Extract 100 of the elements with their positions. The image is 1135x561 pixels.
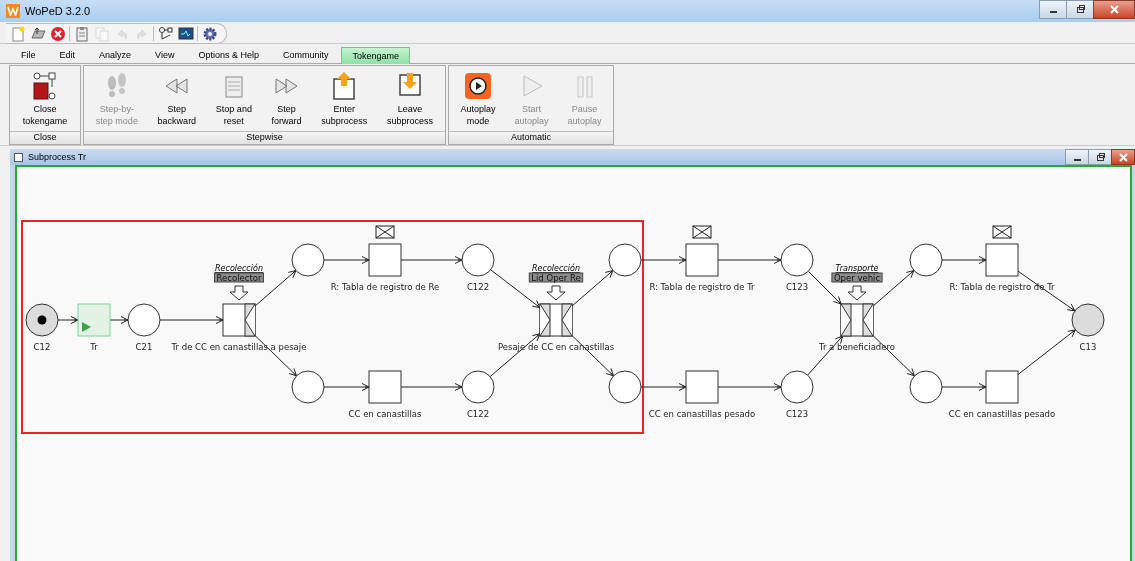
node-label: R: Tabla de registro de Re [330, 282, 440, 292]
transition[interactable] [685, 243, 719, 277]
close-icon [1109, 5, 1119, 14]
ribbon-button[interactable]: Autoplay mode [457, 66, 499, 131]
place[interactable] [291, 370, 325, 404]
play-icon [463, 71, 493, 101]
node-label: R: Tabla de registro de Tr [949, 282, 1055, 292]
place[interactable] [291, 243, 325, 277]
node-label: R: Tabla de registro de Tr [649, 282, 755, 292]
ribbon-button[interactable]: Step backward [154, 66, 200, 131]
resource-tag: Lid Oper Re [528, 272, 584, 283]
ribbon-button[interactable]: Leave subprocess [384, 66, 437, 131]
minimize-button[interactable] [1039, 0, 1067, 19]
arc-arrow [323, 383, 370, 391]
resource-tag: Recolector [214, 272, 264, 283]
arc-arrow [400, 256, 463, 264]
place[interactable] [780, 370, 814, 404]
enabled-transition[interactable] [77, 303, 111, 337]
and-join-split-transition[interactable] [840, 303, 874, 337]
close-button[interactable] [1093, 0, 1135, 19]
ribbon-button[interactable]: Close tokengame [19, 66, 71, 131]
node-label: C122 [466, 409, 490, 419]
restore-button[interactable] [1088, 149, 1112, 165]
arc-arrow [941, 256, 987, 264]
menu-tab[interactable]: Analyze [88, 47, 145, 63]
down-arrow-icon [847, 285, 867, 301]
node-label: Tr [90, 342, 98, 352]
app-logo-icon [6, 4, 20, 18]
place[interactable] [1071, 303, 1105, 337]
menu-tab[interactable]: View [144, 47, 188, 63]
node-label: C122 [466, 282, 490, 292]
and-join-split-transition[interactable] [539, 303, 573, 337]
arc-arrow [640, 383, 687, 391]
and-split-transition[interactable] [222, 303, 256, 337]
down-arrow-icon [229, 285, 249, 301]
arc-arrow [323, 256, 370, 264]
role-label: Recolección [215, 264, 263, 273]
menu-tab[interactable]: Edit [48, 47, 89, 63]
minimize-button[interactable] [1065, 149, 1089, 165]
window-title: Subprocess Tr [28, 152, 87, 162]
role-label: Recolección [532, 264, 580, 273]
arc-arrow [717, 256, 782, 264]
place[interactable] [780, 243, 814, 277]
node-label: C123 [785, 282, 809, 292]
arc-arrow [1017, 329, 1076, 376]
menu-tab[interactable]: Community [271, 47, 342, 63]
ribbon-button[interactable]: Stop and reset [212, 66, 255, 131]
menu-tab[interactable]: Options & Help [187, 47, 272, 63]
close-icon[interactable] [49, 25, 66, 42]
ribbon-button[interactable]: Enter subprocess [318, 66, 371, 131]
arc-arrow [57, 316, 79, 324]
place[interactable] [608, 370, 642, 404]
tray-icon[interactable] [29, 25, 46, 42]
node-label: CC en canastillas pesado [948, 409, 1056, 419]
transition[interactable] [368, 243, 402, 277]
arc-arrow [489, 333, 541, 378]
minimize-icon [1073, 158, 1081, 161]
graph-icon[interactable] [157, 25, 174, 42]
arc-arrow [640, 256, 687, 264]
restore-icon [1095, 152, 1105, 162]
place[interactable] [127, 303, 161, 337]
menu-tab[interactable]: File [10, 47, 49, 63]
arc-arrow [717, 383, 782, 391]
arc-arrow [400, 383, 463, 391]
arc-arrow [159, 316, 224, 324]
ribbon-button[interactable]: Step forward [268, 66, 305, 131]
restore-icon [1075, 5, 1085, 14]
menu-tab[interactable]: Tokengame [341, 47, 410, 64]
node-label: C21 [135, 342, 153, 352]
down-arrow-icon [546, 285, 566, 301]
role-label: Transporte [835, 264, 879, 273]
transition[interactable] [985, 243, 1019, 277]
node-label: C13 [1079, 342, 1097, 352]
transition[interactable] [685, 370, 719, 404]
close-icon [1118, 152, 1128, 162]
node-label: CC en canastillas [348, 409, 422, 419]
place[interactable] [25, 303, 59, 337]
minimize-icon [1049, 11, 1057, 13]
node-label: C123 [785, 409, 809, 419]
place[interactable] [461, 370, 495, 404]
restore-button[interactable] [1066, 0, 1094, 19]
place[interactable] [608, 243, 642, 277]
close-button[interactable] [1111, 149, 1135, 165]
node-label: C12 [33, 342, 51, 352]
settings-icon[interactable] [201, 25, 218, 42]
place[interactable] [909, 370, 943, 404]
node-label: Tr de CC en canastillas a pesaje [171, 342, 307, 352]
place[interactable] [461, 243, 495, 277]
group-title: Close [10, 131, 80, 144]
monitor-icon[interactable] [177, 25, 194, 42]
arc-arrow [941, 383, 987, 391]
place[interactable] [909, 243, 943, 277]
group-title: Automatic [449, 131, 613, 144]
group-title: Stepwise [84, 131, 445, 144]
clipboard-icon[interactable] [73, 25, 90, 42]
play-icon [82, 322, 91, 332]
transition[interactable] [985, 370, 1019, 404]
window-icon [14, 152, 23, 162]
transition[interactable] [368, 370, 402, 404]
resource-tag: Oper vehic [831, 272, 883, 283]
